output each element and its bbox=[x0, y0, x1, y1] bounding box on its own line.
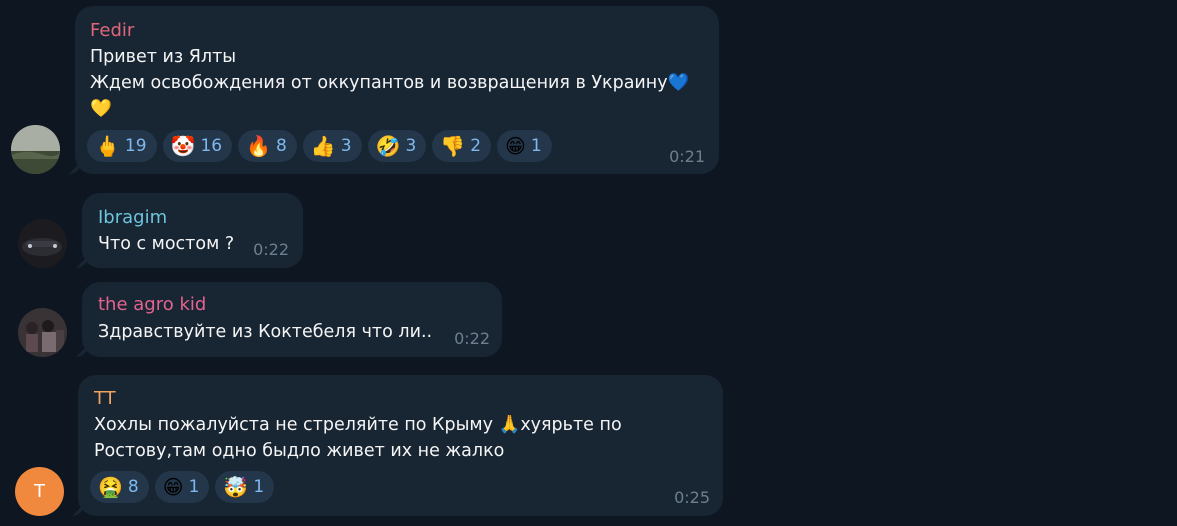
message-text-line: Ростову,там одно быдло живет их не жалко bbox=[94, 441, 505, 461]
group-photo-avatar bbox=[18, 308, 67, 357]
grin-icon: 😁 bbox=[162, 475, 184, 499]
message-bubble-tt[interactable]: TT Хохлы пожалуйста не стреляйте по Крым… bbox=[78, 375, 723, 516]
exploding-head-icon: 🤯 bbox=[223, 475, 249, 499]
reaction-count: 3 bbox=[405, 136, 417, 156]
reaction-exploding-head[interactable]: 🤯 1 bbox=[215, 471, 275, 503]
message-text-line: Здравствуйте из Коктебеля что ли.. bbox=[98, 322, 433, 342]
reaction-count: 8 bbox=[127, 477, 139, 497]
reactions-row: 🤮 8 😁 1 🤯 1 bbox=[90, 471, 275, 503]
reaction-count: 2 bbox=[470, 136, 482, 156]
reaction-count: 3 bbox=[340, 136, 352, 156]
avatar-ibragim[interactable] bbox=[18, 219, 67, 268]
reaction-grin[interactable]: 😁 1 bbox=[154, 471, 210, 503]
message-time: 0:25 bbox=[674, 488, 710, 507]
message-text-line: Хохлы пожалуйста не стреляйте по Крыму 🙏… bbox=[94, 415, 622, 435]
message-time: 0:22 bbox=[253, 240, 289, 259]
reaction-middle-finger[interactable]: 🖕 19 bbox=[87, 130, 157, 162]
reactions-row: 🖕 19 🤡 16 🔥 8 👍 3 🤣 3 👎 2 😁 1 bbox=[87, 130, 552, 162]
reaction-clown[interactable]: 🤡 16 bbox=[162, 130, 233, 162]
reaction-count: 16 bbox=[200, 136, 223, 156]
reaction-grin[interactable]: 😁 1 bbox=[497, 130, 552, 162]
reaction-thumbs-up[interactable]: 👍 3 bbox=[302, 130, 362, 162]
grin-icon: 😁 bbox=[505, 134, 526, 158]
message-text-line: Что с мостом ? bbox=[98, 234, 235, 254]
message-bubble-ibragim[interactable]: Ibragim Что с мостом ? 0:22 bbox=[82, 193, 303, 268]
message-time: 0:22 bbox=[454, 329, 490, 348]
reaction-vomit[interactable]: 🤮 8 bbox=[90, 471, 149, 503]
reaction-count: 1 bbox=[188, 477, 200, 497]
avatar-letter: T bbox=[34, 481, 45, 502]
message-bubble-the-agro-kid[interactable]: the agro kid Здравствуйте из Коктебеля ч… bbox=[82, 282, 502, 357]
vomit-icon: 🤮 bbox=[98, 475, 123, 499]
reaction-count: 1 bbox=[530, 136, 542, 156]
fire-icon: 🔥 bbox=[246, 134, 271, 158]
reaction-count: 1 bbox=[253, 477, 265, 497]
avatar-fedir[interactable] bbox=[11, 125, 60, 174]
message-bubble-fedir[interactable]: Fedir Привет из Ялты Ждем освобождения о… bbox=[75, 6, 719, 174]
message-text-line: 💛 bbox=[90, 99, 112, 119]
author-name[interactable]: TT bbox=[94, 388, 116, 409]
thumbs-down-icon: 👎 bbox=[440, 134, 466, 158]
reaction-rofl[interactable]: 🤣 3 bbox=[367, 130, 427, 162]
thumbs-up-icon: 👍 bbox=[310, 134, 336, 158]
reaction-fire[interactable]: 🔥 8 bbox=[238, 130, 297, 162]
avatar-tt[interactable]: T bbox=[15, 467, 64, 516]
car-photo-avatar bbox=[18, 219, 67, 268]
middle-finger-icon: 🖕 bbox=[95, 134, 120, 158]
message-text-line: Привет из Ялты bbox=[90, 47, 237, 67]
landscape-photo-avatar bbox=[11, 125, 60, 174]
message-time: 0:21 bbox=[669, 147, 705, 166]
message-text-line: Ждем освобождения от оккупантов и возвра… bbox=[90, 73, 690, 93]
avatar-the-agro-kid[interactable] bbox=[18, 308, 67, 357]
reaction-thumbs-down[interactable]: 👎 2 bbox=[432, 130, 492, 162]
author-name[interactable]: Fedir bbox=[90, 20, 134, 41]
reaction-count: 8 bbox=[276, 136, 287, 156]
rofl-icon: 🤣 bbox=[375, 134, 401, 158]
author-name[interactable]: Ibragim bbox=[98, 207, 167, 228]
author-name[interactable]: the agro kid bbox=[98, 294, 206, 315]
reaction-count: 19 bbox=[124, 136, 147, 156]
clown-icon: 🤡 bbox=[170, 134, 196, 158]
